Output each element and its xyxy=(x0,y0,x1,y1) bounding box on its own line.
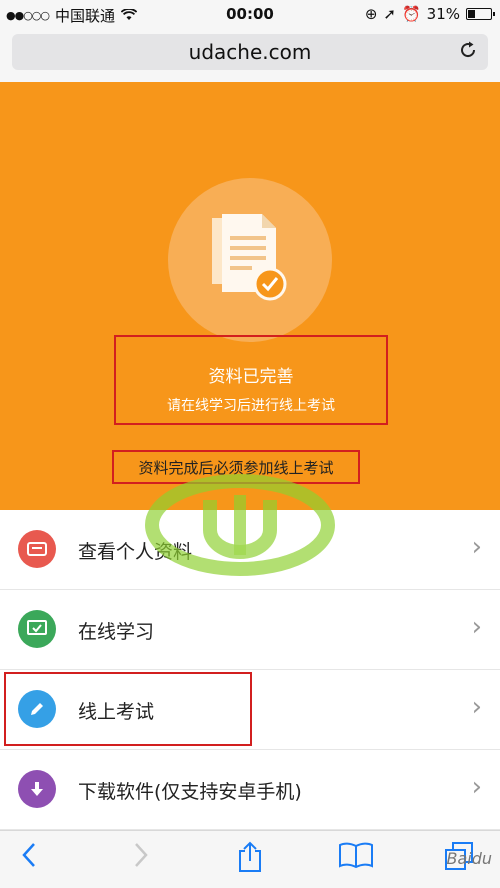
url-field[interactable]: udache.com xyxy=(12,34,488,70)
alarm-icon: ⏰ xyxy=(401,5,421,23)
forward-icon[interactable] xyxy=(132,841,150,876)
url-text: udache.com xyxy=(188,40,312,64)
download-icon xyxy=(18,770,56,808)
reload-icon[interactable] xyxy=(458,40,478,65)
menu-item-label: 下载软件(仅支持安卓手机) xyxy=(78,781,302,803)
status-title: 资料已完善 xyxy=(208,367,294,387)
orientation-lock-icon: ⊕ xyxy=(364,5,378,23)
chevron-right-icon: › xyxy=(471,532,482,562)
bookmarks-icon[interactable] xyxy=(338,841,374,876)
chevron-right-icon: › xyxy=(471,692,482,722)
status-bar: ●●○○○ 中国联通 00:00 ⊕ ➚ ⏰ 31% xyxy=(0,0,500,28)
browser-toolbar: Baidu xyxy=(0,830,500,888)
back-icon[interactable] xyxy=(20,841,38,876)
document-check-icon xyxy=(210,214,290,308)
location-icon: ➚ xyxy=(383,5,396,23)
monitor-check-icon xyxy=(18,610,56,648)
baidu-watermark: Baidu xyxy=(446,849,492,868)
menu-item-label: 在线学习 xyxy=(78,621,155,643)
watermark-logo-icon xyxy=(140,470,340,584)
highlight-box-exam xyxy=(4,672,252,746)
share-icon[interactable] xyxy=(236,841,264,880)
menu-item-download[interactable]: 下载软件(仅支持安卓手机) › xyxy=(0,750,500,830)
battery-percent: 31% xyxy=(426,5,460,23)
battery-icon xyxy=(466,8,495,20)
chevron-right-icon: › xyxy=(471,612,482,642)
status-subtitle: 请在线学习后进行线上考试 xyxy=(167,398,335,414)
id-card-icon xyxy=(18,530,56,568)
status-hero: 资料已完善 请在线学习后进行线上考试 资料完成后必须参加线上考试 xyxy=(0,82,500,510)
battery-fill xyxy=(468,10,475,18)
browser-address-bar: udache.com xyxy=(0,28,500,82)
menu-item-online-study[interactable]: 在线学习 › xyxy=(0,590,500,670)
chevron-right-icon: › xyxy=(471,772,482,802)
